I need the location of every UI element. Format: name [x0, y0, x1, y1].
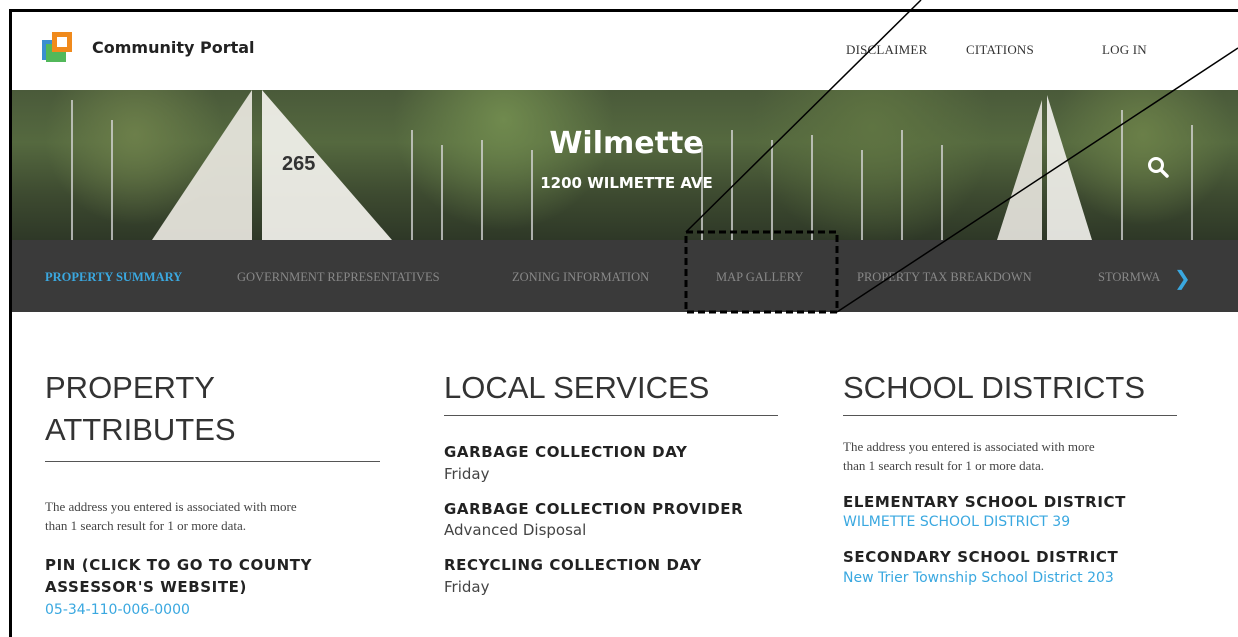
- tab-map-gallery[interactable]: MAP GALLERY: [716, 270, 803, 285]
- nav-citations[interactable]: CITATIONS: [966, 42, 1034, 58]
- property-attributes-section: PROPERTY ATTRIBUTES The address you ente…: [45, 367, 380, 620]
- tab-property-summary[interactable]: PROPERTY SUMMARY: [45, 270, 182, 285]
- chevron-right-icon[interactable]: ❯: [1174, 266, 1191, 290]
- divider: [444, 414, 778, 416]
- list-item: ELEMENTARY SCHOOL DISTRICT WILMETTE SCHO…: [843, 492, 1177, 533]
- tab-bar: PROPERTY SUMMARY GOVERNMENT REPRESENTATI…: [12, 240, 1238, 312]
- local-services-section: LOCAL SERVICES GARBAGE COLLECTION DAY Fr…: [444, 367, 778, 598]
- brand-name[interactable]: Community Portal: [92, 38, 255, 57]
- address: 1200 WILMETTE AVE: [540, 174, 713, 192]
- logo-icon[interactable]: [42, 32, 72, 62]
- section-heading: PROPERTY ATTRIBUTES: [45, 370, 236, 447]
- list-item: GARBAGE COLLECTION DAY Friday: [444, 442, 688, 483]
- tab-government-representatives[interactable]: GOVERNMENT REPRESENTATIVES: [237, 270, 440, 285]
- search-icon[interactable]: [1147, 156, 1169, 178]
- pin-label: PIN (CLICK TO GO TO COUNTY ASSESSOR'S WE…: [45, 556, 313, 597]
- multiple-results-note: The address you entered is associated wi…: [843, 438, 1095, 473]
- nav-disclaimer[interactable]: DISCLAIMER: [846, 42, 927, 58]
- list-item: SECONDARY SCHOOL DISTRICT New Trier Town…: [843, 547, 1177, 588]
- pin-link[interactable]: 05-34-110-006-0000: [45, 601, 380, 621]
- hero-banner: 265 Wilmette 1200 WILMETTE AVE: [12, 90, 1238, 240]
- school-districts-section: SCHOOL DISTRICTS The address you entered…: [843, 367, 1177, 588]
- tab-zoning-information[interactable]: ZONING INFORMATION: [512, 270, 649, 285]
- secondary-district-link[interactable]: New Trier Township School District 203: [843, 569, 1177, 589]
- tab-stormwater[interactable]: STORMWA: [1098, 270, 1178, 285]
- top-header: Community Portal DISCLAIMER CITATIONS LO…: [12, 12, 1238, 90]
- sailboat-masts: 265: [71, 90, 1193, 240]
- page-title: Wilmette: [549, 126, 704, 161]
- tab-property-tax-breakdown[interactable]: PROPERTY TAX BREAKDOWN: [857, 270, 1032, 285]
- divider: [843, 414, 1177, 416]
- list-item: GARBAGE COLLECTION PROVIDER Advanced Dis…: [444, 499, 744, 540]
- elementary-district-link[interactable]: WILMETTE SCHOOL DISTRICT 39: [843, 513, 1177, 533]
- section-heading: LOCAL SERVICES: [444, 370, 710, 405]
- nav-login[interactable]: LOG IN: [1102, 42, 1147, 58]
- section-heading: SCHOOL DISTRICTS: [843, 370, 1145, 405]
- browser-frame: Community Portal DISCLAIMER CITATIONS LO…: [9, 9, 1238, 637]
- multiple-results-note: The address you entered is associated wi…: [45, 498, 297, 533]
- divider: [45, 460, 380, 462]
- list-item: RECYCLING COLLECTION DAY Friday: [444, 556, 702, 597]
